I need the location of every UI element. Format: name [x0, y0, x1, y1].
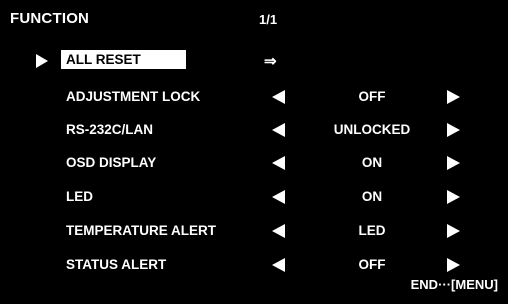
page-indicator: 1/1 — [259, 12, 278, 27]
increase-arrow-icon[interactable] — [447, 90, 460, 104]
decrease-arrow-icon[interactable] — [272, 190, 285, 204]
menu-item-value: ON — [361, 189, 383, 204]
menu-item-value: UNLOCKED — [333, 122, 411, 137]
menu-item-value: ON — [361, 155, 383, 170]
menu-item-led[interactable]: LED ON — [0, 186, 508, 208]
menu-item-all-reset[interactable]: ALL RESET ⇒ — [0, 50, 508, 72]
menu-item-label: LED — [66, 189, 93, 204]
menu-item-label: TEMPERATURE ALERT — [66, 223, 216, 238]
osd-function-menu: FUNCTION 1/1 ALL RESET ⇒ ADJUSTMENT LOCK… — [0, 0, 508, 304]
increase-arrow-icon[interactable] — [447, 258, 460, 272]
decrease-arrow-icon[interactable] — [272, 224, 285, 238]
selection-cursor-icon — [36, 54, 48, 68]
menu-item-value: LED — [358, 223, 386, 238]
menu-item-label: RS-232C/LAN — [66, 122, 154, 137]
decrease-arrow-icon[interactable] — [272, 156, 285, 170]
increase-arrow-icon[interactable] — [447, 224, 460, 238]
menu-title: FUNCTION — [10, 10, 90, 27]
decrease-arrow-icon[interactable] — [272, 90, 285, 104]
menu-item-label: ADJUSTMENT LOCK — [66, 89, 201, 104]
menu-item-label: STATUS ALERT — [66, 257, 167, 272]
menu-item-rs232c-lan[interactable]: RS-232C/LAN UNLOCKED — [0, 119, 508, 141]
menu-item-adjustment-lock[interactable]: ADJUSTMENT LOCK OFF — [0, 86, 508, 108]
menu-item-label: OSD DISPLAY — [66, 155, 157, 170]
decrease-arrow-icon[interactable] — [272, 123, 285, 137]
menu-item-status-alert[interactable]: STATUS ALERT OFF — [0, 254, 508, 276]
menu-item-label: ALL RESET — [61, 50, 186, 69]
decrease-arrow-icon[interactable] — [272, 258, 285, 272]
menu-item-value: OFF — [358, 89, 386, 104]
increase-arrow-icon[interactable] — [447, 123, 460, 137]
menu-item-temperature-alert[interactable]: TEMPERATURE ALERT LED — [0, 220, 508, 242]
increase-arrow-icon[interactable] — [447, 156, 460, 170]
enter-arrow-icon: ⇒ — [264, 53, 277, 70]
menu-item-osd-display[interactable]: OSD DISPLAY ON — [0, 152, 508, 174]
increase-arrow-icon[interactable] — [447, 190, 460, 204]
end-menu-hint: END···[MENU] — [410, 277, 498, 292]
menu-item-value: OFF — [358, 257, 386, 272]
